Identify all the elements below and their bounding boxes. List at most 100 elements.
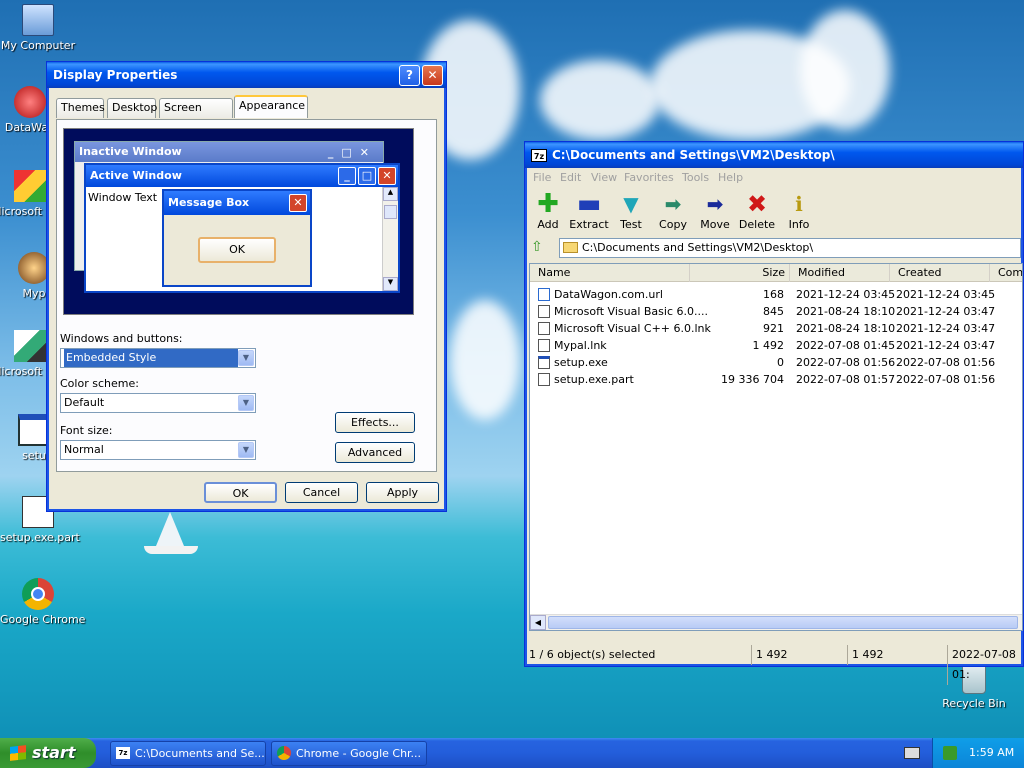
font-size-label: Font size: bbox=[60, 424, 113, 437]
close-icon: ✕ bbox=[427, 68, 438, 82]
toolbar-label: Copy bbox=[659, 218, 687, 231]
keyboard-icon[interactable] bbox=[904, 747, 920, 759]
file-name: setup.exe.part bbox=[554, 373, 634, 386]
file-created: 2022-07-08 01:56 bbox=[896, 373, 996, 386]
help-button[interactable]: ? bbox=[399, 64, 420, 86]
up-folder-button[interactable]: ⇧ bbox=[531, 239, 551, 257]
clock[interactable]: 1:59 AM bbox=[969, 738, 1014, 768]
horizontal-scrollbar[interactable]: ◀ bbox=[530, 614, 1022, 630]
close-button[interactable]: ✕ bbox=[422, 64, 443, 86]
path-text: C:\Documents and Settings\VM2\Desktop\ bbox=[582, 241, 814, 254]
toolbar-move-button[interactable]: ➡ Move bbox=[693, 190, 737, 231]
tab-screen-saver[interactable]: Screen Saver bbox=[159, 98, 233, 132]
preview-window-text: Window Text bbox=[88, 191, 158, 204]
table-row[interactable]: setup.exe.part 19 336 704 2022-07-08 01:… bbox=[530, 371, 1022, 388]
copy-arrow-icon: ➡ bbox=[664, 192, 682, 216]
chrome-icon bbox=[277, 746, 291, 760]
column-name[interactable]: Name bbox=[530, 264, 690, 282]
toolbar-test-button[interactable]: ▼ Test bbox=[609, 190, 653, 231]
status-selected: 1 / 6 object(s) selected bbox=[529, 648, 656, 661]
start-button[interactable]: start bbox=[0, 738, 96, 768]
preview-active-title: Active Window bbox=[90, 169, 182, 182]
toolbar-label: Info bbox=[788, 218, 810, 231]
appearance-preview: Inactive Window _□✕ Active Window _ □ ✕ … bbox=[63, 128, 414, 315]
chevron-down-icon[interactable]: ▼ bbox=[238, 350, 254, 366]
exe-file-icon bbox=[538, 356, 550, 369]
menu-help[interactable]: Help bbox=[718, 171, 743, 184]
toolbar-copy-button[interactable]: ➡ Copy bbox=[651, 190, 695, 231]
move-arrow-icon: ➡ bbox=[706, 192, 724, 216]
table-row[interactable]: setup.exe 0 2022-07-08 01:56 2022-07-08 … bbox=[530, 354, 1022, 371]
menu-favorites[interactable]: Favorites bbox=[624, 171, 674, 184]
file-created: 2021-12-24 03:45 bbox=[896, 288, 996, 301]
display-properties-titlebar[interactable]: Display Properties ? ✕ bbox=[47, 62, 446, 88]
shortcut-file-icon bbox=[538, 305, 550, 318]
menu-edit[interactable]: Edit bbox=[560, 171, 581, 184]
scroll-thumb[interactable] bbox=[548, 616, 1018, 629]
table-row[interactable]: Microsoft Visual C++ 6.0.lnk 921 2021-08… bbox=[530, 320, 1022, 337]
sevenzip-titlebar[interactable]: 7z C:\Documents and Settings\VM2\Desktop… bbox=[525, 142, 1023, 168]
toolbar-info-button[interactable]: ℹ Info bbox=[777, 190, 821, 231]
color-scheme-label: Color scheme: bbox=[60, 377, 139, 390]
toolbar-label: Add bbox=[537, 218, 559, 231]
file-name: setup.exe bbox=[554, 356, 608, 369]
apply-button[interactable]: Apply bbox=[366, 482, 439, 503]
chevron-down-icon[interactable]: ▼ bbox=[238, 442, 254, 458]
effects-button[interactable]: Effects... bbox=[335, 412, 415, 433]
tab-themes[interactable]: Themes bbox=[56, 98, 105, 118]
color-scheme-value: Default bbox=[64, 396, 105, 409]
shortcut-file-icon bbox=[538, 339, 550, 352]
status-packed: 1 492 bbox=[847, 645, 884, 665]
computer-icon bbox=[22, 4, 54, 36]
taskbar-item-sevenzip[interactable]: 7z C:\Documents and Se... bbox=[110, 741, 266, 766]
column-modified[interactable]: Modified bbox=[790, 264, 890, 282]
tab-strip: Themes Desktop Screen Saver Appearance bbox=[56, 95, 436, 132]
tab-desktop[interactable]: Desktop bbox=[107, 98, 157, 118]
file-icon bbox=[538, 373, 550, 386]
toolbar-label: Delete bbox=[738, 218, 776, 231]
network-icon[interactable] bbox=[943, 746, 957, 760]
file-size: 845 bbox=[763, 305, 784, 318]
delete-x-icon: ✖ bbox=[746, 190, 768, 218]
column-created[interactable]: Created bbox=[890, 264, 990, 282]
datawagon-icon bbox=[14, 86, 46, 118]
toolbar: ✚ Add ▬ Extract ▼ Test ➡ Copy ➡ Move ✖ Delete … bbox=[525, 188, 1023, 236]
file-size: 1 492 bbox=[752, 339, 785, 352]
desktop-icon-google-chrome[interactable]: Google Chrome bbox=[0, 578, 85, 626]
cancel-button[interactable]: Cancel bbox=[285, 482, 358, 503]
preview-msgbox-title: Message Box bbox=[168, 196, 250, 209]
url-file-icon bbox=[538, 288, 550, 301]
desktop-icon-my-computer[interactable]: My Computer bbox=[0, 4, 76, 52]
sevenzip-app-icon: 7z bbox=[116, 747, 130, 759]
info-icon: ℹ bbox=[795, 192, 803, 216]
folder-icon bbox=[563, 242, 578, 253]
file-size: 0 bbox=[777, 356, 784, 369]
menu-tools[interactable]: Tools bbox=[682, 171, 709, 184]
menu-view[interactable]: View bbox=[591, 171, 617, 184]
toolbar-add-button[interactable]: ✚ Add bbox=[526, 190, 570, 231]
file-created: 2022-07-08 01:56 bbox=[896, 356, 996, 369]
table-row[interactable]: Microsoft Visual Basic 6.0.... 845 2021-… bbox=[530, 303, 1022, 320]
chevron-down-icon[interactable]: ▼ bbox=[238, 395, 254, 411]
taskbar-item-chrome[interactable]: Chrome - Google Chr... bbox=[271, 741, 427, 766]
table-row[interactable]: Mypal.lnk 1 492 2022-07-08 01:45 2021-12… bbox=[530, 337, 1022, 354]
window-title: C:\Documents and Settings\VM2\Desktop\ bbox=[552, 148, 835, 162]
table-row[interactable]: DataWagon.com.url 168 2021-12-24 03:45 2… bbox=[530, 286, 1022, 303]
sevenzip-window: 7z C:\Documents and Settings\VM2\Desktop… bbox=[524, 141, 1024, 685]
tab-appearance[interactable]: Appearance bbox=[234, 95, 308, 118]
column-comment[interactable]: Comm bbox=[990, 264, 1022, 282]
up-arrow-icon: ⇧ bbox=[531, 239, 543, 255]
toolbar-extract-button[interactable]: ▬ Extract bbox=[567, 190, 611, 231]
path-input[interactable]: C:\Documents and Settings\VM2\Desktop\ bbox=[559, 238, 1021, 258]
font-size-select[interactable]: Normal ▼ bbox=[60, 440, 256, 460]
windows-buttons-select[interactable]: Embedded Style ▼ bbox=[60, 348, 256, 368]
column-size[interactable]: Size bbox=[690, 264, 790, 282]
ok-button[interactable]: OK bbox=[204, 482, 277, 503]
scroll-left-button[interactable]: ◀ bbox=[530, 615, 546, 630]
menu-file[interactable]: File bbox=[533, 171, 551, 184]
file-modified: 2022-07-08 01:56 bbox=[796, 356, 896, 369]
chrome-icon bbox=[22, 578, 54, 610]
color-scheme-select[interactable]: Default ▼ bbox=[60, 393, 256, 413]
toolbar-delete-button[interactable]: ✖ Delete bbox=[735, 190, 779, 231]
advanced-button[interactable]: Advanced bbox=[335, 442, 415, 463]
